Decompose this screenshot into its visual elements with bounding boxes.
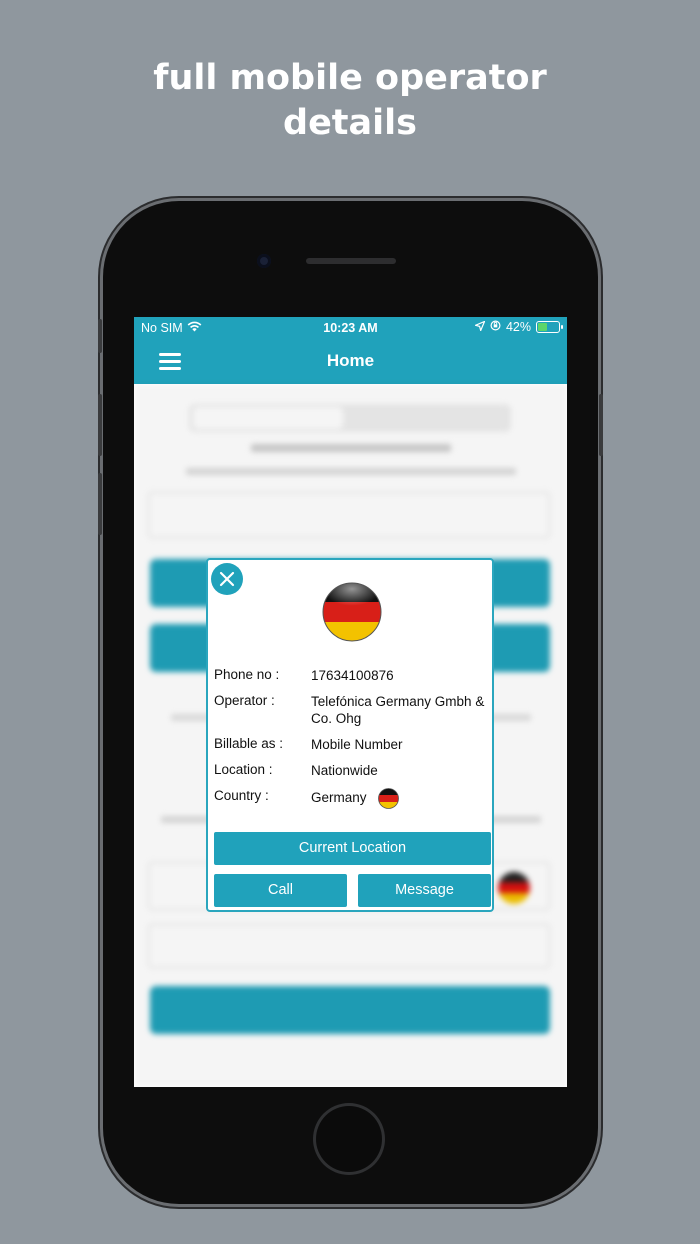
current-location-button[interactable]: Current Location [214, 832, 491, 865]
volume-down-button [98, 473, 102, 535]
detail-value: Mobile Number [311, 737, 403, 752]
battery-percent: 42% [505, 320, 531, 334]
battery-fill [538, 323, 548, 331]
phone-frame: No SIM 10:23 AM 42% Home Phone no: 1763… [98, 201, 603, 1204]
status-bar: No SIM 10:23 AM 42% [134, 317, 567, 339]
front-camera [257, 254, 271, 268]
germany-flag-icon [322, 582, 382, 642]
detail-value: Telefónica Germany Gmbh & Co. Ohg [311, 694, 485, 726]
detail-value: 17634100876 [311, 668, 394, 683]
mute-switch [98, 319, 102, 353]
close-icon[interactable] [211, 563, 243, 595]
detail-label: Country : [214, 788, 269, 803]
headline: full mobile operator details [0, 56, 700, 146]
detail-label: Phone no : [214, 667, 280, 682]
home-button[interactable] [316, 1106, 382, 1172]
headline-line-2: details [283, 103, 417, 143]
detail-label: Billable as : [214, 736, 284, 751]
detail-label: Operator : [214, 693, 275, 708]
page-title: Home [326, 351, 375, 370]
germany-flag-small-icon [378, 788, 400, 809]
orientation-lock-icon [490, 320, 501, 334]
detail-value: Nationwide [311, 763, 378, 778]
operator-details-dialog: Phone no : 17634100876 Operator : Telefó… [206, 558, 494, 912]
call-button[interactable]: Call [214, 874, 347, 907]
nav-bar: Home [134, 339, 567, 384]
detail-value: Germany [311, 790, 367, 806]
headline-line-1: full mobile operator [153, 58, 547, 98]
location-arrow-icon [473, 320, 486, 334]
message-button[interactable]: Message [358, 874, 491, 907]
earpiece-speaker [306, 258, 396, 264]
volume-up-button [98, 394, 102, 456]
phone-screen: No SIM 10:23 AM 42% Home Phone no: 1763… [134, 317, 567, 1087]
battery-icon [536, 321, 563, 333]
detail-label: Location : [214, 762, 273, 777]
power-button [599, 394, 603, 456]
